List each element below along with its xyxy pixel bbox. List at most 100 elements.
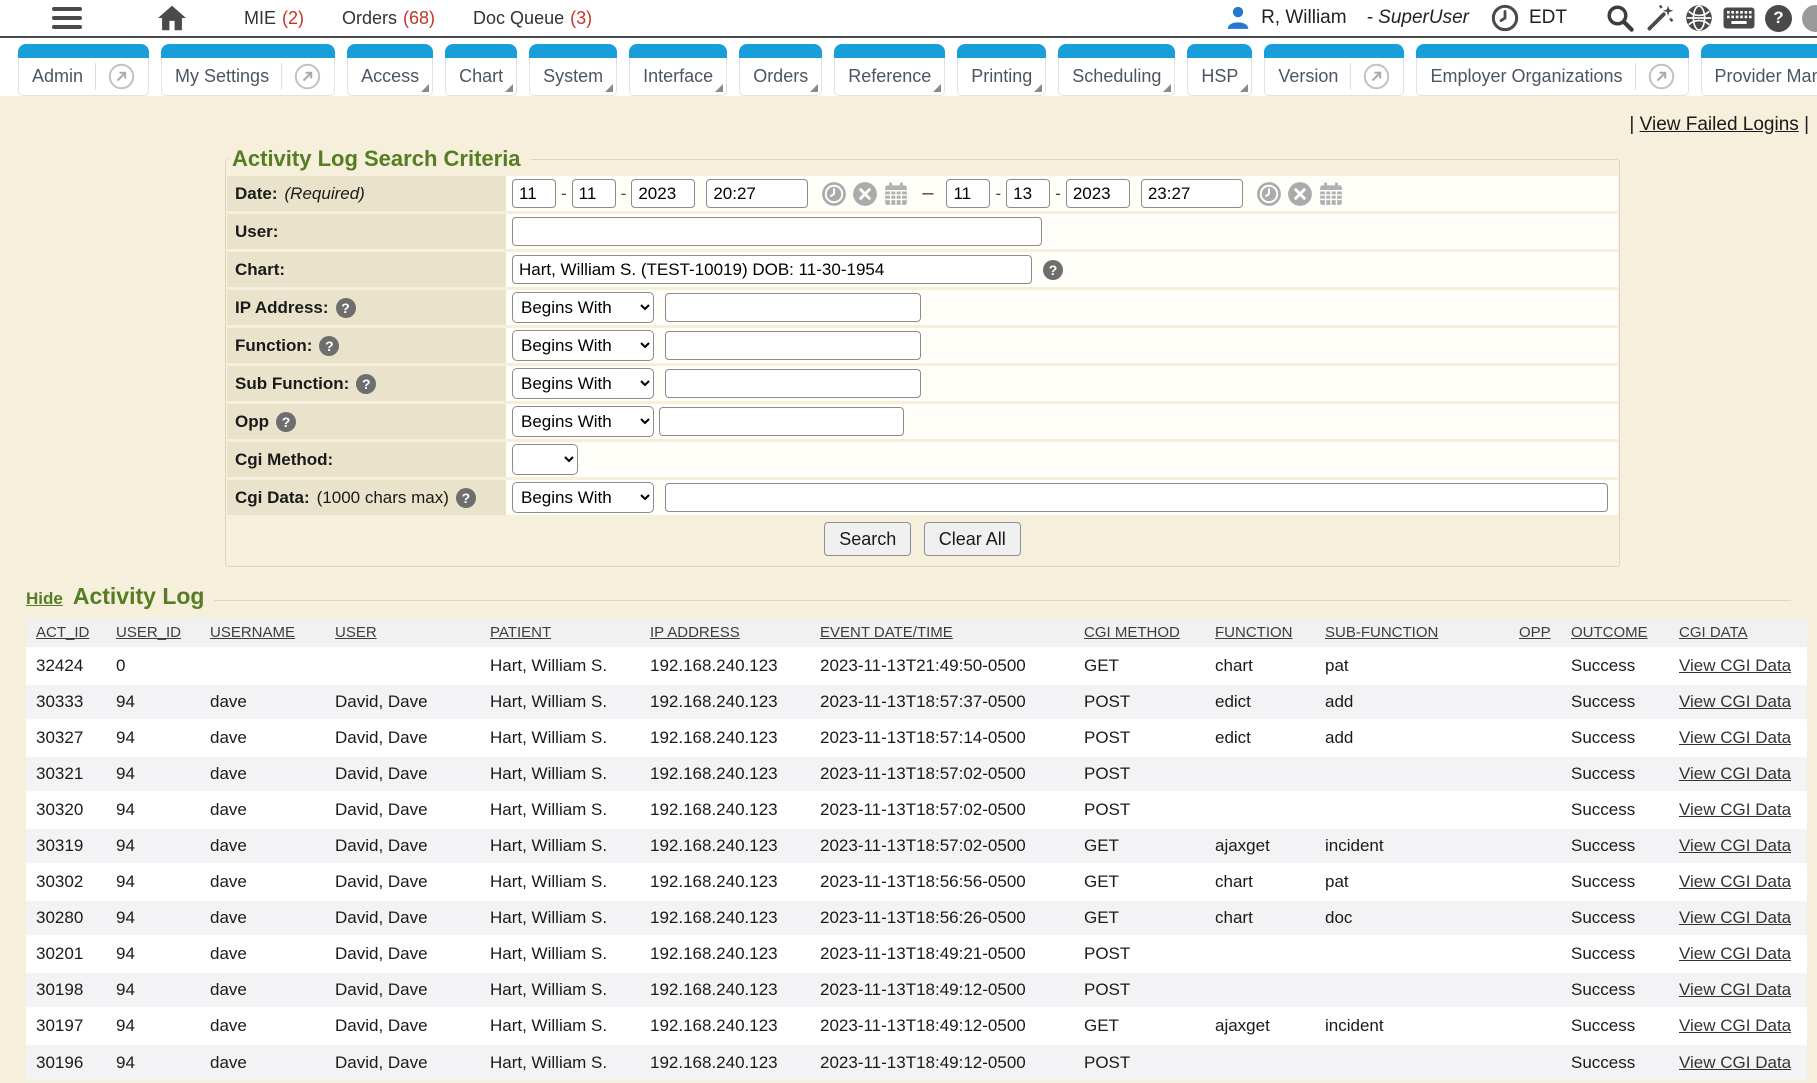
topbar-nav-item[interactable]: MIE (2) <box>244 8 304 29</box>
date-from-month-input[interactable] <box>512 179 556 208</box>
help-icon[interactable] <box>1765 5 1792 32</box>
tab[interactable]: System <box>529 44 617 96</box>
view-cgi-data-link[interactable]: View CGI Data <box>1679 908 1791 927</box>
column-sort-link[interactable]: IP ADDRESS <box>650 624 740 641</box>
popout-arrow-icon[interactable] <box>95 63 135 90</box>
view-cgi-data-link[interactable]: View CGI Data <box>1679 656 1791 675</box>
popout-arrow-icon[interactable] <box>1635 63 1675 90</box>
date-from-time-input[interactable] <box>706 179 808 208</box>
cell-sub-function: add <box>1325 720 1519 756</box>
time-picker-icon[interactable] <box>1256 181 1282 207</box>
view-cgi-data-link[interactable]: View CGI Data <box>1679 872 1791 891</box>
calendar-icon[interactable] <box>1318 181 1344 207</box>
column-sort-link[interactable]: USER <box>335 624 377 641</box>
view-cgi-data-link[interactable]: View CGI Data <box>1679 692 1791 711</box>
view-cgi-data-link[interactable]: View CGI Data <box>1679 800 1791 819</box>
view-cgi-data-link[interactable]: View CGI Data <box>1679 1053 1791 1072</box>
column-header: CGI DATA <box>1679 618 1807 648</box>
view-cgi-data-link[interactable]: View CGI Data <box>1679 728 1791 747</box>
column-sort-link[interactable]: SUB-FUNCTION <box>1325 624 1438 641</box>
tab[interactable]: Employer Organizations <box>1416 44 1688 96</box>
tab[interactable]: My Settings <box>161 44 335 96</box>
clear-date-icon[interactable] <box>852 181 878 207</box>
topbar-nav-item[interactable]: Orders (68) <box>342 8 435 29</box>
view-cgi-data-link[interactable]: View CGI Data <box>1679 836 1791 855</box>
popout-arrow-icon[interactable] <box>281 63 321 90</box>
hide-link[interactable]: Hide <box>26 589 63 609</box>
cgi-method-select[interactable] <box>512 444 578 475</box>
tab[interactable]: Access <box>347 44 433 96</box>
tab[interactable]: Orders <box>739 44 822 96</box>
topbar-nav-item[interactable]: Doc Queue (3) <box>473 8 592 29</box>
view-cgi-data-link[interactable]: View CGI Data <box>1679 1016 1791 1035</box>
date-to-day-input[interactable] <box>1006 179 1050 208</box>
date-to-month-input[interactable] <box>946 179 990 208</box>
globe-icon[interactable] <box>1685 4 1713 32</box>
column-sort-link[interactable]: CGI METHOD <box>1084 624 1180 641</box>
keyboard-icon[interactable] <box>1723 7 1755 29</box>
ip-help-icon[interactable] <box>336 298 356 318</box>
cell-event-datetime: 2023-11-13T18:49:12-0500 <box>820 1044 1084 1080</box>
column-sort-link[interactable]: EVENT DATE/TIME <box>820 624 953 641</box>
date-from-year-input[interactable] <box>631 179 695 208</box>
user-avatar-icon[interactable] <box>1225 5 1251 31</box>
tab[interactable]: Admin <box>18 44 149 96</box>
function-help-icon[interactable] <box>319 336 339 356</box>
column-sort-link[interactable]: FUNCTION <box>1215 624 1293 641</box>
column-header: USER <box>335 618 490 648</box>
tab[interactable]: Reference <box>834 44 945 96</box>
tab[interactable]: Printing <box>957 44 1046 96</box>
opp-input[interactable] <box>659 407 904 436</box>
tab[interactable]: Chart <box>445 44 517 96</box>
tab[interactable]: Scheduling <box>1058 44 1175 96</box>
time-picker-icon[interactable] <box>821 181 847 207</box>
sub-function-input[interactable] <box>665 369 921 398</box>
search-button[interactable]: Search <box>824 522 911 556</box>
tab[interactable]: Interface <box>629 44 727 96</box>
view-cgi-data-link[interactable]: View CGI Data <box>1679 980 1791 999</box>
view-failed-logins-link[interactable]: View Failed Logins <box>1640 114 1799 135</box>
tab[interactable]: Provider Management <box>1701 44 1817 96</box>
calendar-icon[interactable] <box>883 181 909 207</box>
cgi-data-match-select[interactable]: Begins With <box>512 482 654 513</box>
cutoff-icon[interactable] <box>1802 5 1817 32</box>
ip-address-input[interactable] <box>665 293 921 322</box>
cgi-data-input[interactable] <box>665 483 1608 512</box>
column-sort-link[interactable]: ACT_ID <box>36 624 89 641</box>
column-sort-link[interactable]: PATIENT <box>490 624 551 641</box>
cgi-data-help-icon[interactable] <box>456 488 476 508</box>
search-icon[interactable] <box>1605 3 1635 33</box>
opp-match-select[interactable]: Begins With <box>512 406 654 437</box>
opp-help-icon[interactable] <box>276 412 296 432</box>
date-from-day-input[interactable] <box>572 179 616 208</box>
column-sort-link[interactable]: CGI DATA <box>1679 624 1748 641</box>
function-match-select[interactable]: Begins With <box>512 330 654 361</box>
home-icon[interactable] <box>158 5 186 31</box>
user-name[interactable]: R, William <box>1261 7 1347 29</box>
date-to-time-input[interactable] <box>1141 179 1243 208</box>
chart-help-icon[interactable] <box>1043 260 1063 280</box>
clock-icon[interactable] <box>1491 4 1519 32</box>
chart-input[interactable] <box>512 255 1032 284</box>
view-cgi-data-link[interactable]: View CGI Data <box>1679 764 1791 783</box>
hamburger-menu-icon[interactable] <box>52 7 82 29</box>
sub-function-match-select[interactable]: Begins With <box>512 368 654 399</box>
user-input[interactable] <box>512 217 1042 246</box>
ip-match-select[interactable]: Begins With <box>512 292 654 323</box>
column-sort-link[interactable]: OUTCOME <box>1571 624 1648 641</box>
popout-arrow-icon[interactable] <box>1350 63 1390 90</box>
cell-act-id: 30302 <box>26 864 116 900</box>
column-sort-link[interactable]: USER_ID <box>116 624 181 641</box>
column-sort-link[interactable]: OPP <box>1519 624 1551 641</box>
tab[interactable]: Version <box>1264 44 1404 96</box>
column-sort-link[interactable]: USERNAME <box>210 624 295 641</box>
cell-username: dave <box>210 720 335 756</box>
tab[interactable]: HSP <box>1187 44 1252 96</box>
sub-function-help-icon[interactable] <box>356 374 376 394</box>
clear-date-icon[interactable] <box>1287 181 1313 207</box>
clear-all-button[interactable]: Clear All <box>924 522 1021 556</box>
date-to-year-input[interactable] <box>1066 179 1130 208</box>
view-cgi-data-link[interactable]: View CGI Data <box>1679 944 1791 963</box>
function-input[interactable] <box>665 331 921 360</box>
magic-wand-icon[interactable] <box>1645 3 1675 33</box>
